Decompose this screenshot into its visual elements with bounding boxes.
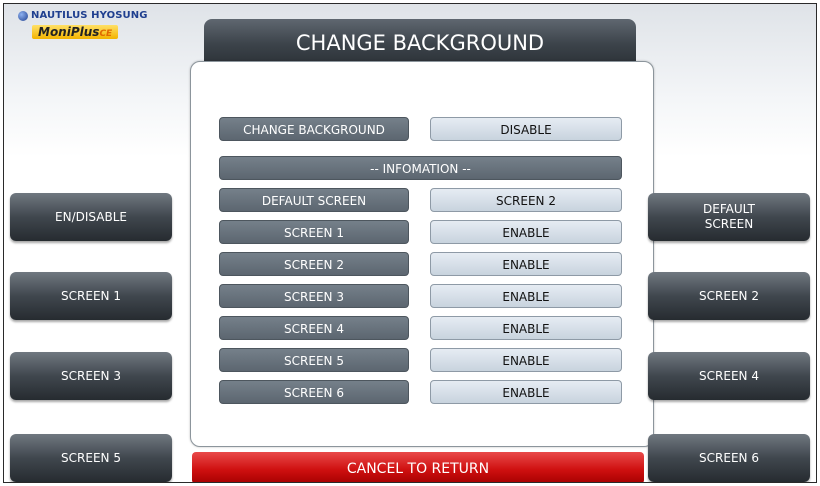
default-screen-value: SCREEN 2	[430, 188, 622, 212]
logo-product-suffix: CE	[99, 29, 113, 39]
globe-icon	[18, 10, 28, 21]
page-title: CHANGE BACKGROUND	[204, 19, 636, 65]
screen-5-label: SCREEN 5	[219, 348, 409, 372]
screen-3-value: ENABLE	[430, 284, 622, 308]
screen-1-value: ENABLE	[430, 220, 622, 244]
screen-2-value: ENABLE	[430, 252, 622, 276]
nautilus-hyosung-logo: NAUTILUS HYOSUNG MoniPlusCE	[18, 10, 188, 50]
screen-3-label: SCREEN 3	[219, 284, 409, 308]
cancel-to-return-button[interactable]: CANCEL TO RETURN	[192, 452, 644, 482]
screen-6-value: ENABLE	[430, 380, 622, 404]
atm-screen: NAUTILUS HYOSUNG MoniPlusCE CHANGE BACKG…	[3, 3, 817, 483]
default-screen-button[interactable]: DEFAULT SCREEN	[648, 193, 810, 241]
screen-1-label: SCREEN 1	[219, 220, 409, 244]
screen-4-button[interactable]: SCREEN 4	[648, 352, 810, 400]
logo-product-text: MoniPlus	[38, 25, 100, 39]
screen-2-label: SCREEN 2	[219, 252, 409, 276]
screen-6-label: SCREEN 6	[219, 380, 409, 404]
screen-4-label: SCREEN 4	[219, 316, 409, 340]
screen-5-button[interactable]: SCREEN 5	[10, 434, 172, 482]
information-header: -- INFOMATION --	[219, 156, 622, 180]
screen-3-button[interactable]: SCREEN 3	[10, 352, 172, 400]
screen-4-value: ENABLE	[430, 316, 622, 340]
en-disable-button[interactable]: EN/DISABLE	[10, 193, 172, 241]
change-background-label: CHANGE BACKGROUND	[219, 117, 409, 141]
default-screen-label: DEFAULT SCREEN	[219, 188, 409, 212]
change-background-value: DISABLE	[430, 117, 622, 141]
logo-brand-text: NAUTILUS HYOSUNG	[31, 10, 148, 21]
screen-1-button[interactable]: SCREEN 1	[10, 272, 172, 320]
screen-2-button[interactable]: SCREEN 2	[648, 272, 810, 320]
screen-5-value: ENABLE	[430, 348, 622, 372]
screen-6-button[interactable]: SCREEN 6	[648, 434, 810, 482]
logo-product-badge: MoniPlusCE	[32, 25, 119, 39]
